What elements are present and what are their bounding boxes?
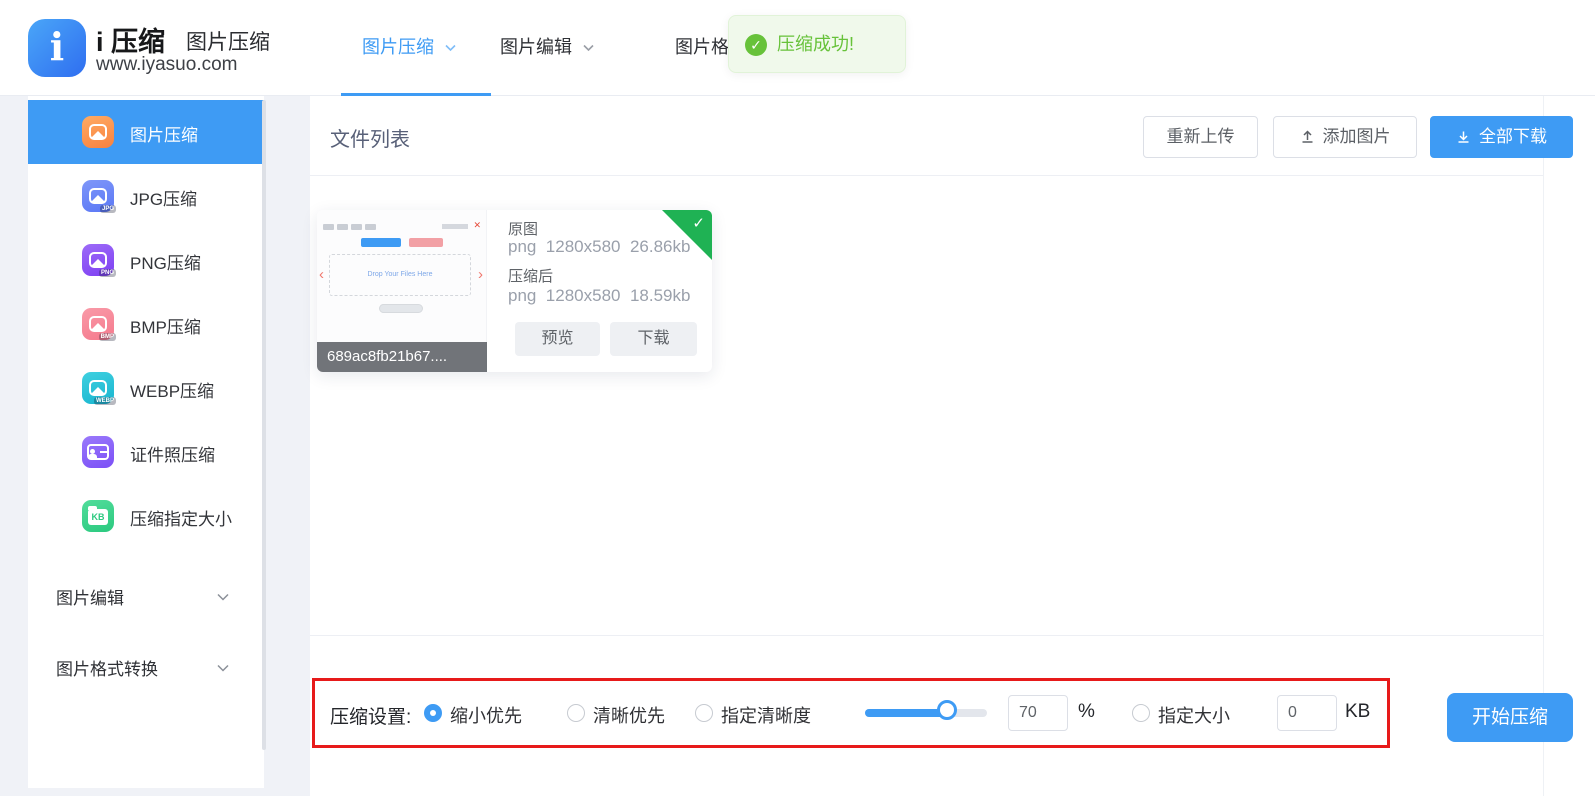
sidebar-section-label: 图片编辑 — [56, 584, 124, 609]
sidebar-section-format-convert[interactable]: 图片格式转换 — [28, 646, 264, 686]
sidebar: 图片压缩 JPG JPG压缩 PNG PNG压缩 BMP BMP压缩 WEBP … — [28, 96, 264, 788]
thumb-next-arrow-icon: › — [478, 266, 483, 283]
sidebar-item-image-compress[interactable]: 图片压缩 — [28, 100, 264, 164]
sidebar-section-image-edit[interactable]: 图片编辑 — [28, 575, 264, 615]
clarity-percent-input[interactable] — [1008, 695, 1068, 731]
add-images-button[interactable]: 添加图片 — [1273, 116, 1417, 158]
sidebar-item-label: BMP压缩 — [130, 313, 201, 338]
file-card: ✕ Drop Your Files Here ‹ › 689ac8fb21b67… — [317, 210, 712, 372]
filename-overlay: 689ac8fb21b67.... — [317, 342, 487, 372]
file-thumbnail[interactable]: ✕ Drop Your Files Here ‹ › 689ac8fb21b67… — [317, 210, 487, 372]
target-size-input[interactable] — [1277, 695, 1337, 731]
brand-tagline: 图片压缩 — [186, 26, 270, 56]
sidebar-item-label: JPG压缩 — [130, 185, 197, 210]
page-title: 文件列表 — [330, 123, 410, 152]
check-icon: ✓ — [692, 214, 705, 232]
clarity-slider-thumb[interactable] — [937, 700, 957, 720]
radio-custom-clarity-label[interactable]: 指定清晰度 — [721, 702, 811, 728]
main-right-border — [1543, 96, 1544, 796]
png-compress-icon: PNG — [82, 244, 114, 276]
thumb-prev-arrow-icon: ‹ — [319, 266, 324, 283]
id-photo-icon — [82, 436, 114, 468]
chevron-down-icon — [582, 37, 595, 58]
radio-custom-clarity[interactable] — [695, 704, 713, 722]
sidebar-item-png-compress[interactable]: PNG PNG压缩 — [28, 228, 264, 292]
download-button[interactable]: 下载 — [610, 322, 697, 356]
compressed-label: 压缩后 — [508, 265, 553, 286]
sidebar-item-bmp-compress[interactable]: BMP BMP压缩 — [28, 292, 264, 356]
kb-unit-label: KB — [1345, 701, 1370, 723]
sidebar-item-label: WEBP压缩 — [130, 377, 214, 402]
settings-label: 压缩设置: — [330, 702, 411, 729]
sidebar-scrollbar[interactable] — [262, 100, 266, 750]
check-circle-icon: ✓ — [745, 34, 767, 56]
compressed-info: png 1280x580 18.59kb — [508, 286, 690, 306]
sidebar-item-label: PNG压缩 — [130, 249, 201, 274]
start-compress-button[interactable]: 开始压缩 — [1447, 693, 1573, 742]
download-all-button-label: 全部下载 — [1479, 127, 1547, 146]
nav-tab-image-edit-label: 图片编辑 — [500, 37, 572, 57]
brand-url: www.iyasuo.com — [96, 54, 238, 76]
radio-shrink-priority[interactable] — [424, 704, 442, 722]
active-tab-underline — [341, 93, 491, 96]
radio-target-size-label[interactable]: 指定大小 — [1158, 702, 1230, 728]
brand-logo-icon[interactable]: i — [28, 19, 86, 77]
thumb-drop-text: Drop Your Files Here — [330, 271, 470, 278]
toast-message: 压缩成功! — [777, 16, 854, 72]
sidebar-item-label: 压缩指定大小 — [130, 505, 232, 530]
reupload-button[interactable]: 重新上传 — [1143, 116, 1258, 158]
radio-target-size[interactable] — [1132, 704, 1150, 722]
radio-clarity-priority-label[interactable]: 清晰优先 — [593, 702, 665, 728]
sidebar-item-target-size-compress[interactable]: KB 压缩指定大小 — [28, 484, 264, 548]
jpg-compress-icon: JPG — [82, 180, 114, 212]
sidebar-item-label: 图片压缩 — [130, 121, 198, 146]
clarity-slider[interactable] — [865, 709, 987, 717]
reupload-button-label: 重新上传 — [1167, 127, 1235, 146]
original-label: 原图 — [508, 218, 538, 239]
sidebar-item-jpg-compress[interactable]: JPG JPG压缩 — [28, 164, 264, 228]
thumb-close-icon: ✕ — [473, 220, 481, 231]
success-toast: ✓ 压缩成功! — [728, 15, 906, 73]
download-all-button[interactable]: 全部下载 — [1430, 116, 1573, 158]
image-compress-icon — [82, 116, 114, 148]
kb-folder-icon: KB — [82, 500, 114, 532]
settings-divider — [310, 635, 1543, 636]
header-divider — [310, 175, 1543, 176]
nav-tab-image-edit[interactable]: 图片编辑 — [500, 33, 595, 59]
nav-tab-image-compress-label: 图片压缩 — [362, 37, 434, 57]
upload-icon — [1300, 119, 1315, 159]
download-icon — [1456, 119, 1471, 159]
radio-clarity-priority[interactable] — [567, 704, 585, 722]
nav-tab-image-compress[interactable]: 图片压缩 — [362, 33, 457, 59]
app-screen: i i 压缩 图片压缩 www.iyasuo.com 图片压缩 图片编辑 图片格… — [0, 0, 1595, 796]
start-compress-button-label: 开始压缩 — [1472, 707, 1548, 728]
sidebar-section-label: 图片格式转换 — [56, 655, 158, 680]
chevron-down-icon — [444, 37, 457, 58]
chevron-down-icon — [216, 589, 230, 607]
sidebar-item-label: 证件照压缩 — [130, 441, 215, 466]
radio-shrink-priority-label[interactable]: 缩小优先 — [450, 702, 522, 728]
bmp-compress-icon: BMP — [82, 308, 114, 340]
add-images-button-label: 添加图片 — [1323, 127, 1391, 146]
sidebar-item-id-photo-compress[interactable]: 证件照压缩 — [28, 420, 264, 484]
webp-compress-icon: WEBP — [82, 372, 114, 404]
percent-unit-label: % — [1078, 701, 1095, 723]
preview-button[interactable]: 预览 — [515, 322, 600, 356]
chevron-down-icon — [216, 660, 230, 678]
sidebar-item-webp-compress[interactable]: WEBP WEBP压缩 — [28, 356, 264, 420]
